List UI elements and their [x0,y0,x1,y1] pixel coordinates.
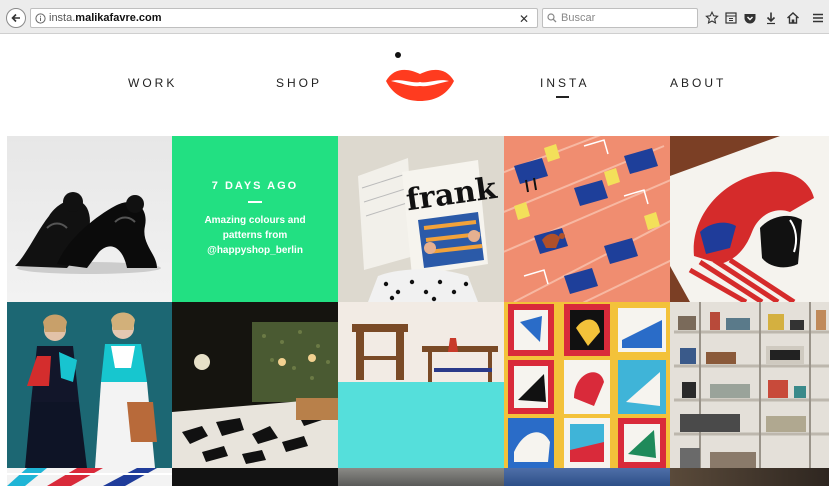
nav-shop[interactable]: SHOP [276,76,322,90]
nav-work[interactable]: WORK [128,76,177,90]
nav-about[interactable]: ABOUT [670,76,726,90]
star-icon[interactable] [704,10,720,26]
insta-post-row3-4[interactable] [504,468,670,486]
back-arrow-icon [11,13,20,23]
site-header: WORK SHOP INSTA ABOUT [0,35,829,135]
home-icon[interactable] [785,10,801,26]
instagram-grid: 7 DAYS AGO Amazing colours and patterns … [7,136,829,486]
insta-post-text-card[interactable]: 7 DAYS AGO Amazing colours and patterns … [172,136,338,302]
post-caption: Amazing colours and patterns from @happy… [204,215,306,256]
clear-x-icon[interactable]: ✕ [519,12,529,26]
divider [248,201,262,203]
menu-icon[interactable] [810,10,826,26]
insta-post-poster-wall[interactable] [504,302,670,468]
address-bar[interactable]: insta.malikafavre.com ✕ [30,8,538,28]
insta-post-frank-magazine[interactable]: frank [338,136,504,302]
reading-list-icon[interactable] [723,10,739,26]
insta-post-row3-5[interactable] [670,468,829,486]
browser-toolbar: insta.malikafavre.com ✕ Buscar [0,0,829,34]
info-icon[interactable] [31,12,49,24]
insta-post-fashion-models[interactable] [7,302,172,468]
back-button[interactable] [6,8,26,28]
pocket-icon[interactable] [742,10,758,26]
insta-post-row3-2[interactable] [172,468,338,486]
insta-post-profile-print[interactable] [670,136,829,302]
search-placeholder: Buscar [561,12,596,24]
insta-post-latex-figures[interactable] [7,136,172,302]
insta-post-dark-interior[interactable] [172,302,338,468]
url-text: insta.malikafavre.com [49,12,162,24]
insta-post-shelving-room[interactable] [670,302,829,468]
search-icon [547,13,557,23]
insta-post-row3-3[interactable] [338,468,504,486]
download-icon[interactable] [763,10,779,26]
insta-post-cyan-shelf[interactable] [338,302,504,468]
insta-post-chairs-illustration[interactable] [504,136,670,302]
search-input[interactable]: Buscar [542,8,698,28]
active-nav-underline [556,96,569,98]
post-date: 7 DAYS AGO [211,180,299,192]
nav-insta[interactable]: INSTA [540,76,589,90]
lips-logo[interactable] [384,51,456,103]
insta-post-row3-1[interactable] [7,468,172,486]
